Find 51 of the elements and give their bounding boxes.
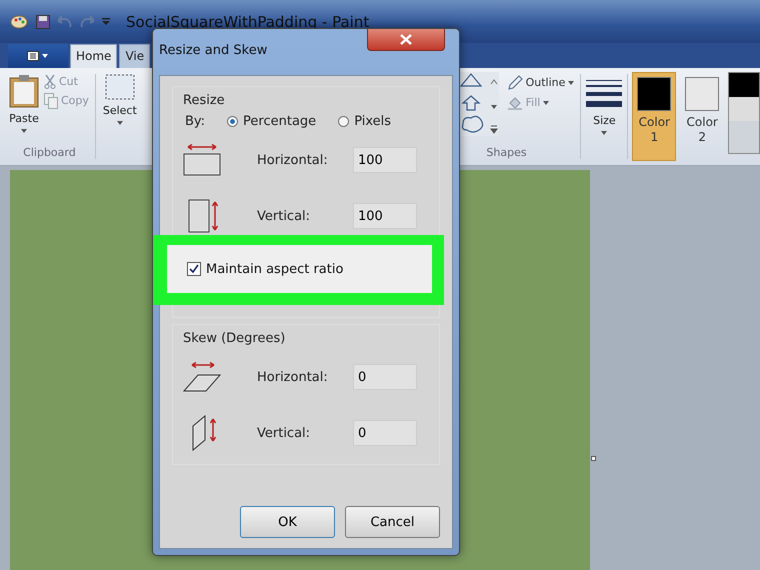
- input-field[interactable]: 0: [353, 420, 417, 446]
- copy-icon: [44, 92, 58, 109]
- selection-rectangle-icon: [104, 74, 135, 100]
- resize-handle-icon[interactable]: [591, 456, 596, 461]
- scissors-icon: [44, 74, 56, 89]
- horizontal-skew-icon: [183, 362, 221, 392]
- group-label: Shapes: [486, 146, 527, 161]
- dropdown-arrow-icon: [601, 130, 608, 135]
- dropdown-arrow-icon: [543, 100, 550, 105]
- input-field[interactable]: 100: [353, 147, 417, 173]
- section-heading: Resize: [183, 93, 226, 108]
- dropdown-arrow-icon: [568, 80, 574, 85]
- select-button[interactable]: Select: [102, 72, 138, 127]
- dialog-title: Resize and Skew: [159, 43, 268, 58]
- window-title: SocialSquareWithPadding - Paint: [126, 12, 370, 31]
- section-heading: Skew (Degrees): [183, 331, 286, 346]
- line-width-icon: [586, 80, 622, 110]
- dropdown-arrow-icon: [21, 128, 27, 133]
- pencil-icon: [506, 74, 523, 91]
- radio-option[interactable]: Percentage: [227, 114, 316, 129]
- radio-option[interactable]: Pixels: [338, 114, 392, 129]
- input-field[interactable]: 100: [353, 203, 417, 229]
- paint-palette-icon[interactable]: [10, 14, 28, 30]
- menu-icon: [27, 50, 49, 61]
- size-button[interactable]: Size: [585, 72, 624, 161]
- ribbon-tab[interactable]: Home: [70, 44, 118, 68]
- outline-button[interactable]: Outline: [504, 74, 576, 92]
- by-label: By:: [185, 114, 206, 129]
- group-label: Clipboard: [23, 146, 76, 161]
- color-button[interactable]: Color 1: [632, 72, 676, 161]
- color-palette[interactable]: [728, 72, 760, 154]
- maintain-aspect-checkbox[interactable]: Maintain aspect ratio: [187, 262, 344, 276]
- dialog-button[interactable]: Cancel: [345, 506, 440, 538]
- dialog-button[interactable]: OK: [240, 506, 335, 538]
- field-label: Horizontal:: [257, 152, 329, 168]
- input-field[interactable]: 0: [353, 364, 417, 390]
- dropdown-arrow-icon[interactable]: [102, 18, 110, 26]
- ribbon-tab[interactable]: Vie: [119, 44, 150, 68]
- color-button[interactable]: Color 2: [680, 72, 724, 161]
- paint-bucket-icon: [506, 94, 523, 111]
- close-button[interactable]: [367, 29, 445, 51]
- field-label: Vertical:: [257, 426, 312, 440]
- close-icon: [400, 34, 412, 45]
- field-label: Horizontal:: [257, 370, 329, 384]
- dropdown-arrow-icon: [116, 120, 123, 125]
- field-label: Vertical:: [257, 208, 312, 224]
- clipboard-icon: [9, 74, 39, 108]
- file-menu-button[interactable]: [8, 44, 68, 68]
- save-icon[interactable]: [36, 14, 50, 29]
- paste-button[interactable]: Paste: [8, 72, 40, 135]
- horizontal-resize-icon: [183, 144, 221, 176]
